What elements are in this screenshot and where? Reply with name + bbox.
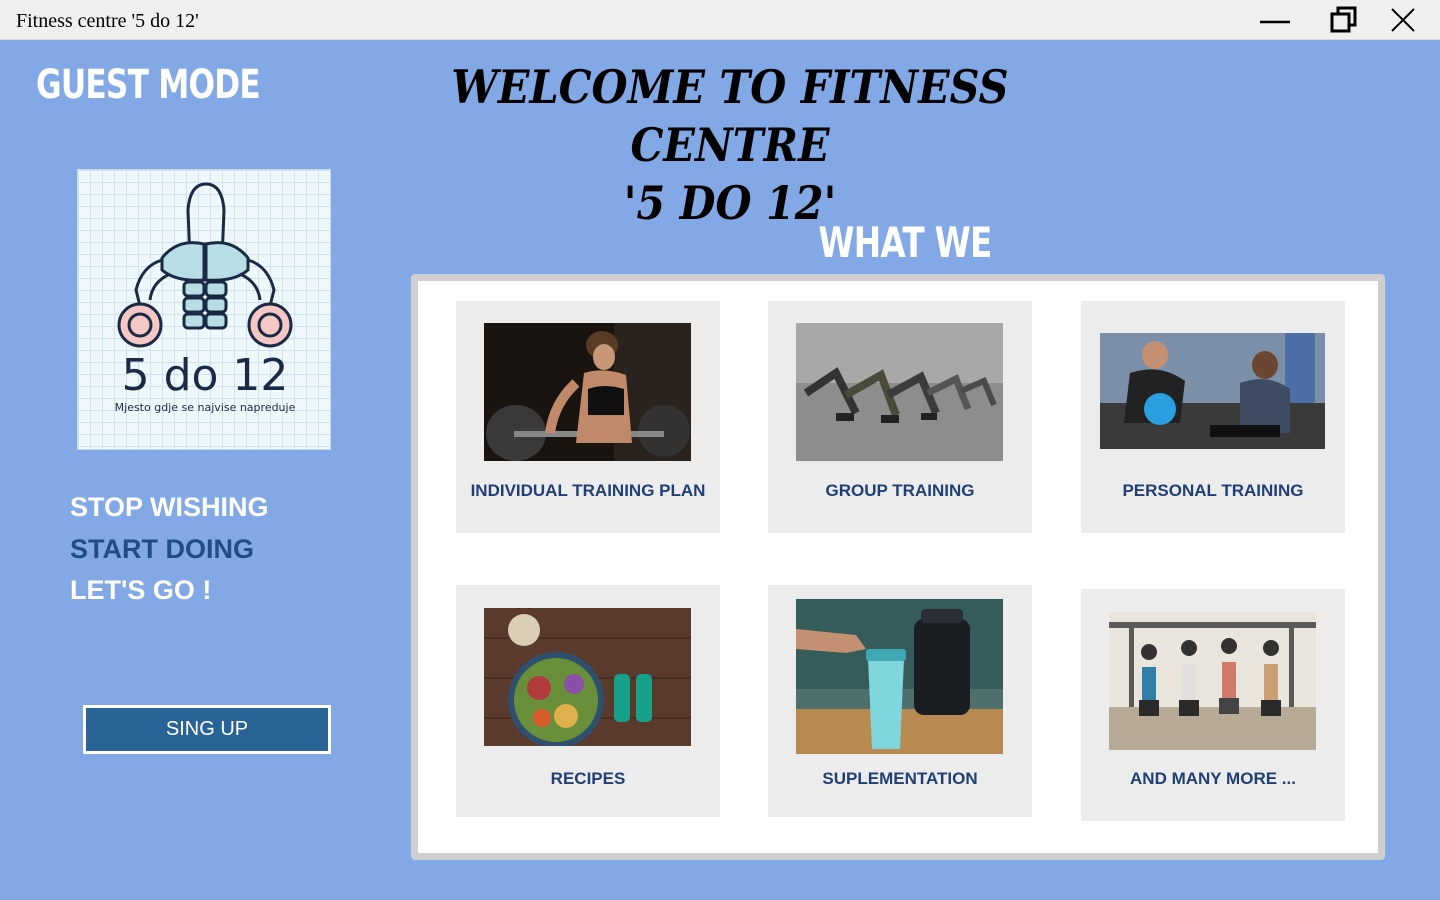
restore-button[interactable] xyxy=(1316,0,1372,39)
title-bar: Fitness centre '5 do 12' xyxy=(0,0,1440,40)
logo-brand-text: 5 do 12 xyxy=(121,350,289,401)
offer-card-recipes[interactable]: RECIPES xyxy=(456,585,720,817)
offer-card-label: GROUP TRAINING xyxy=(825,481,975,500)
welcome-line-1: WELCOME TO FITNESS CENTRE xyxy=(451,60,1009,172)
slogan-line-3: LET'S GO ! xyxy=(70,575,212,605)
window-title: Fitness centre '5 do 12' xyxy=(16,10,199,32)
protein-shaker-supplement-image xyxy=(796,599,1003,754)
offers-panel: INDIVIDUAL TRAINING PLAN GROUP TRAINING xyxy=(411,274,1385,860)
woman-lifting-barbell-image xyxy=(484,323,691,461)
offer-card-label: PERSONAL TRAINING xyxy=(1122,481,1304,500)
offer-card-personal-training[interactable]: PERSONAL TRAINING xyxy=(1081,301,1345,533)
offer-card-suplementation[interactable]: SUPLEMENTATION xyxy=(768,585,1032,817)
trainer-with-client-kettlebell-image xyxy=(1100,333,1325,449)
group-medicine-ball-squats-image xyxy=(1109,612,1316,750)
offer-card-label: SUPLEMENTATION xyxy=(822,769,978,788)
offer-card-group-training[interactable]: GROUP TRAINING xyxy=(768,301,1032,533)
offer-card-many-more[interactable]: AND MANY MORE ... xyxy=(1081,589,1345,821)
restore-icon xyxy=(1330,6,1357,32)
offer-card-label: INDIVIDUAL TRAINING PLAN xyxy=(470,481,706,500)
close-icon xyxy=(1391,7,1415,32)
gym-logo: 5 do 12 Mjesto gdje se najvise napreduje xyxy=(77,169,331,450)
offer-card-label: AND MANY MORE ... xyxy=(1130,769,1296,788)
guest-mode-label: GUEST MODE xyxy=(36,62,261,108)
slogan-line-2: START DOING xyxy=(70,534,254,564)
logo-motto: Mjesto gdje se najvise napreduje xyxy=(114,401,296,414)
salad-bowl-dumbbells-image xyxy=(484,608,691,746)
offer-card-label: RECIPES xyxy=(550,769,626,788)
sign-up-button[interactable]: SING UP xyxy=(83,705,331,754)
offer-card-individual-training[interactable]: INDIVIDUAL TRAINING PLAN xyxy=(456,301,720,533)
minimize-button[interactable] xyxy=(1247,0,1303,39)
minimize-icon xyxy=(1260,20,1290,23)
slogan-line-1: STOP WISHING xyxy=(70,492,269,522)
group-plank-dumbbells-image xyxy=(796,323,1003,461)
close-button[interactable] xyxy=(1375,0,1431,39)
welcome-heading: WELCOME TO FITNESS CENTRE '5 DO 12' xyxy=(415,58,1045,232)
